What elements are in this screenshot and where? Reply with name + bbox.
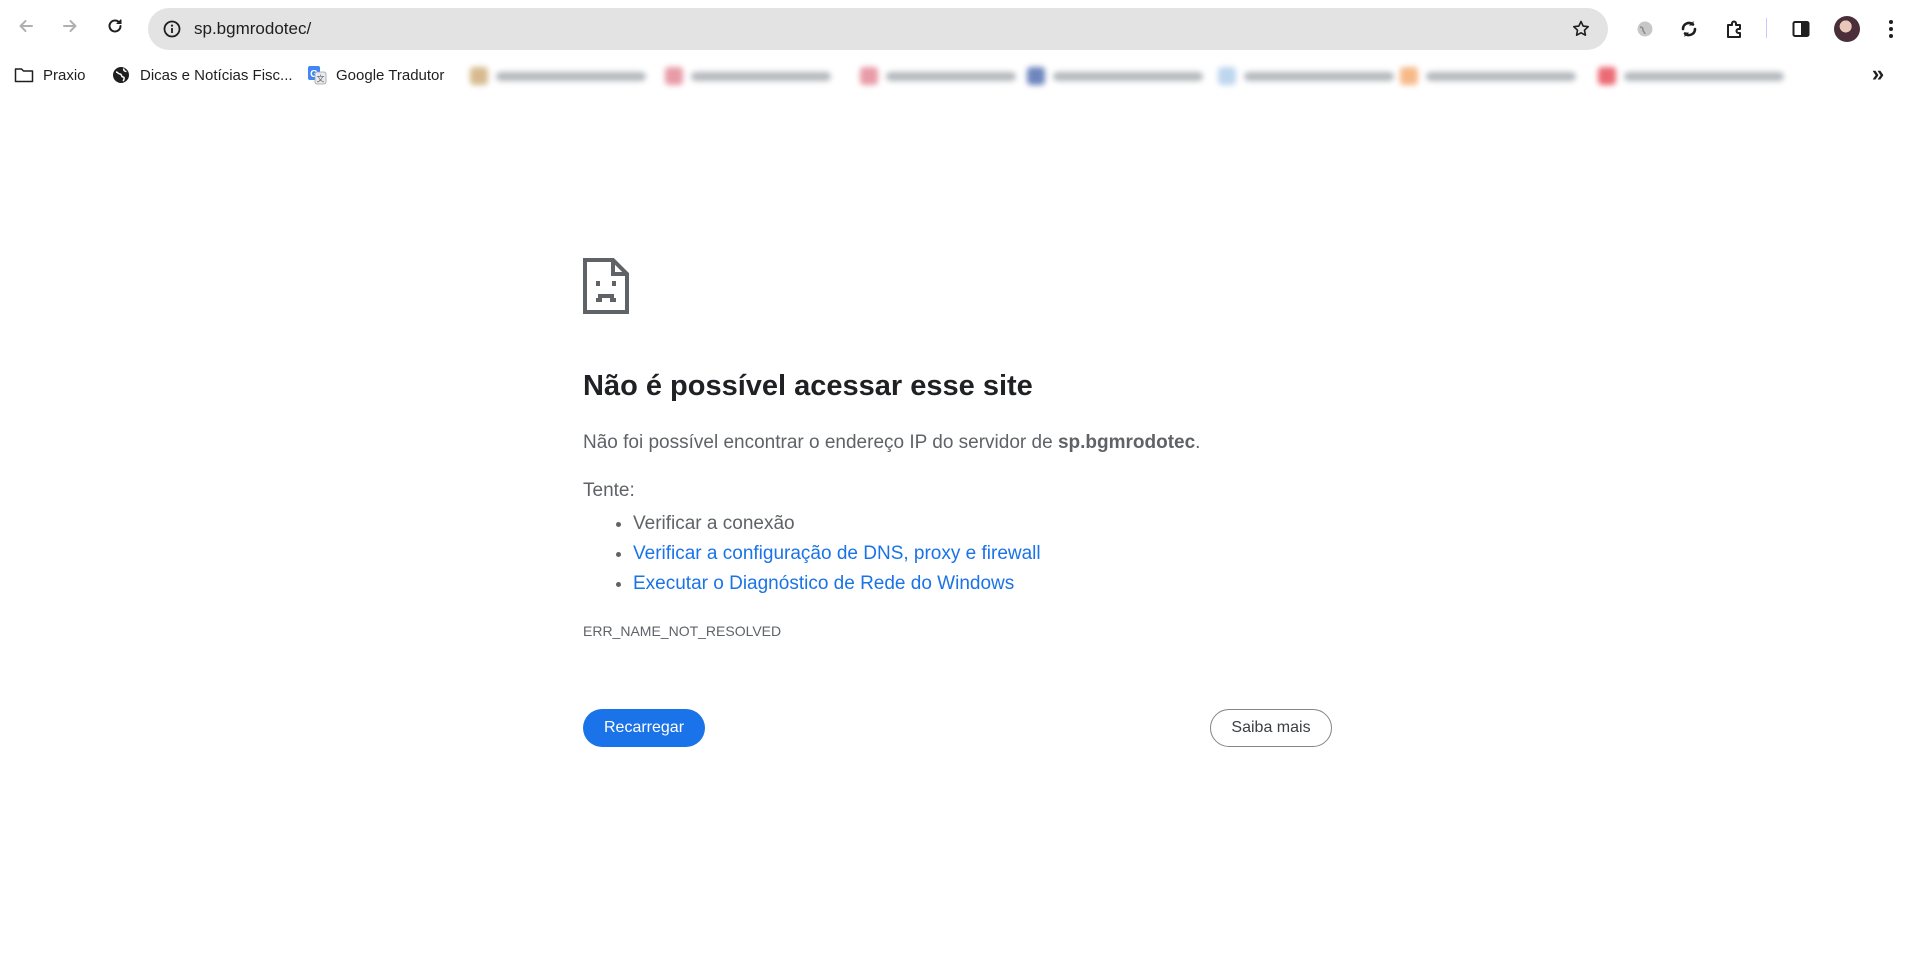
bookmark-dicas[interactable]: Dicas e Notícias Fisc...: [111, 64, 293, 86]
bookmark-label: Praxio: [43, 66, 86, 84]
suggestion-check-connection: Verificar a conexão: [633, 509, 1041, 539]
suggestion-dns-link[interactable]: Verificar a configuração de DNS, proxy e…: [633, 543, 1041, 564]
bookmarks-overflow-chevron-icon[interactable]: »: [1866, 61, 1890, 86]
reload-button[interactable]: [97, 10, 133, 46]
google-translate-icon: G文: [307, 65, 327, 85]
sad-page-icon: [583, 258, 629, 314]
error-message-suffix: .: [1195, 432, 1201, 453]
toolbar-separator: [1766, 18, 1767, 38]
browser-toolbar: sp.bgmrodotec/: [0, 0, 1918, 54]
profile-avatar[interactable]: [1834, 16, 1860, 42]
suggestion-diagnostics-link[interactable]: Executar o Diagnóstico de Rede do Window…: [633, 573, 1014, 594]
suggestions-list: Verificar a conexão Verificar a configur…: [583, 509, 1041, 599]
extensions-puzzle-icon[interactable]: [1718, 12, 1752, 46]
suggestion-check-dns: Verificar a configuração de DNS, proxy e…: [633, 539, 1041, 569]
error-message: Não foi possível encontrar o endereço IP…: [583, 432, 1200, 454]
sync-extension-icon[interactable]: [1672, 12, 1706, 46]
forward-button[interactable]: [52, 10, 88, 46]
bookmark-praxio[interactable]: Praxio: [14, 64, 86, 86]
arrow-left-icon: [16, 16, 36, 41]
bookmark-star-icon[interactable]: [1568, 16, 1594, 42]
kebab-menu-icon[interactable]: [1874, 12, 1908, 46]
bookmark-blurred-7[interactable]: [1598, 66, 1784, 86]
globe-icon: [111, 65, 131, 85]
back-button[interactable]: [8, 10, 44, 46]
error-code: ERR_NAME_NOT_RESOLVED: [583, 623, 782, 639]
try-label: Tente:: [583, 480, 635, 501]
extension-globe-icon[interactable]: [1628, 12, 1662, 46]
address-bar[interactable]: sp.bgmrodotec/: [148, 8, 1608, 50]
error-host: sp.bgmrodotec: [1057, 432, 1196, 453]
reload-page-button[interactable]: Recarregar: [583, 709, 705, 747]
bookmark-blurred-2[interactable]: [665, 66, 831, 86]
bookmark-blurred-1[interactable]: [470, 66, 646, 86]
svg-text:文: 文: [317, 74, 325, 84]
url-text[interactable]: sp.bgmrodotec/: [194, 19, 311, 39]
bookmark-blurred-3[interactable]: [860, 66, 1016, 86]
bookmark-blurred-4[interactable]: [1027, 66, 1203, 86]
bookmark-blurred-5[interactable]: [1218, 66, 1394, 86]
side-panel-icon[interactable]: [1784, 12, 1818, 46]
site-info-icon[interactable]: [156, 13, 188, 45]
arrow-right-icon: [60, 16, 80, 41]
error-message-prefix: Não foi possível encontrar o endereço IP…: [583, 432, 1058, 453]
bookmarks-bar: Praxio Dicas e Notícias Fisc... G文 Googl…: [0, 58, 1918, 92]
error-title: Não é possível acessar esse site: [583, 370, 1033, 402]
bookmark-google-tradutor[interactable]: G文 Google Tradutor: [307, 64, 444, 86]
bookmark-label: Google Tradutor: [336, 66, 445, 84]
suggestion-text: Verificar a conexão: [633, 513, 795, 534]
folder-icon: [14, 65, 34, 85]
refresh-icon: [105, 16, 125, 41]
learn-more-button[interactable]: Saiba mais: [1210, 709, 1332, 747]
bookmark-blurred-6[interactable]: [1400, 66, 1576, 86]
suggestion-windows-diagnostics: Executar o Diagnóstico de Rede do Window…: [633, 569, 1041, 599]
bookmark-label: Dicas e Notícias Fisc...: [140, 66, 293, 84]
